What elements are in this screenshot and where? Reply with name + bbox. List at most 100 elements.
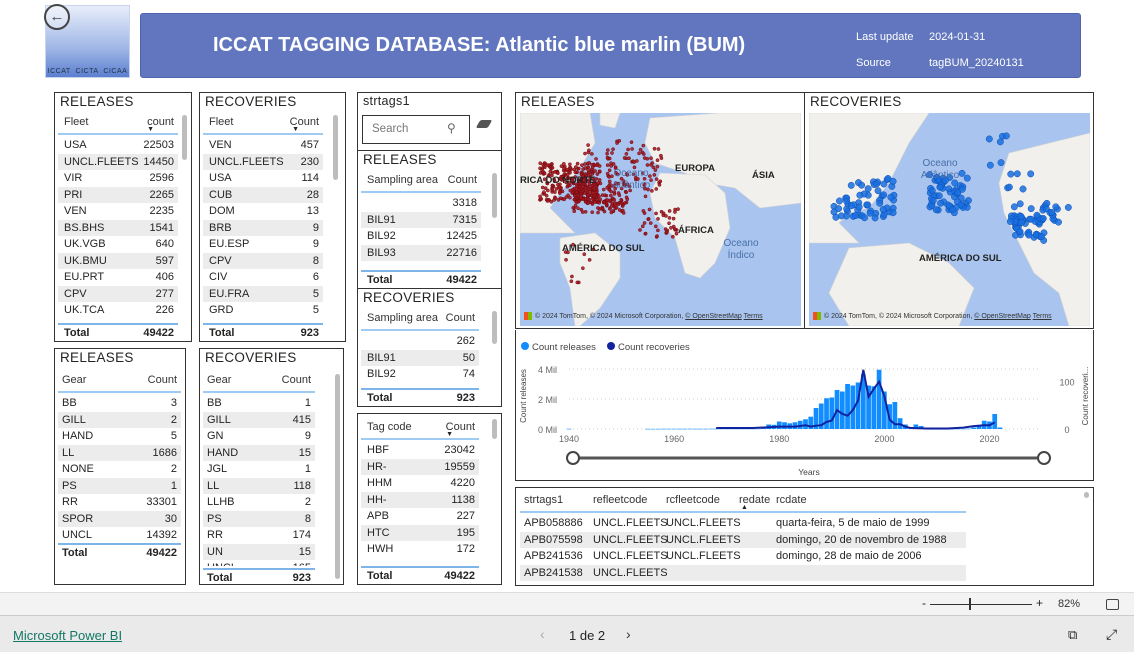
table-row[interactable]: LLHB 2: [203, 494, 315, 511]
column-header[interactable]: Count: [148, 374, 177, 386]
table-row[interactable]: VEN 457: [203, 137, 323, 154]
tag-location-point[interactable]: [567, 166, 572, 170]
releases-bar[interactable]: [692, 428, 698, 430]
tag-location-point[interactable]: [601, 187, 606, 192]
tag-location-point[interactable]: [579, 196, 583, 201]
tag-location-point[interactable]: [654, 211, 658, 216]
tag-location-point[interactable]: [568, 195, 572, 200]
scrollbar[interactable]: [333, 115, 338, 180]
column-header[interactable]: Count: [446, 312, 475, 324]
table-row[interactable]: APB058886 UNCL.FLEETS UNCL.FLEETS quarta-fe…: [520, 515, 966, 532]
releases-bar[interactable]: [966, 428, 971, 430]
tag-location-point[interactable]: [575, 161, 580, 166]
tag-location-point[interactable]: [630, 147, 634, 151]
tag-location-point[interactable]: [611, 209, 616, 213]
tag-location-point[interactable]: [545, 199, 550, 203]
tag-location-point[interactable]: [1039, 214, 1047, 222]
tag-location-point[interactable]: [553, 196, 558, 201]
table-row[interactable]: HWH 172: [361, 541, 479, 558]
tag-location-point[interactable]: [590, 190, 595, 195]
tag-location-point[interactable]: [592, 187, 596, 191]
table-row[interactable]: HH- 1138: [361, 491, 479, 508]
search-input[interactable]: Search ⚲: [362, 115, 470, 144]
tag-location-point[interactable]: [654, 177, 659, 182]
tag-location-point[interactable]: [655, 158, 660, 163]
tag-location-point[interactable]: [949, 206, 957, 214]
tag-location-point[interactable]: [861, 214, 869, 222]
tag-location-point[interactable]: [663, 227, 668, 231]
tag-location-point[interactable]: [649, 156, 653, 161]
tag-location-point[interactable]: [562, 166, 566, 170]
tag-location-point[interactable]: [569, 279, 574, 284]
table-row[interactable]: BB 1: [203, 395, 315, 412]
tag-location-point[interactable]: [587, 161, 592, 165]
tag-location-point[interactable]: [652, 173, 657, 177]
tag-location-point[interactable]: [632, 160, 636, 164]
tag-location-point[interactable]: [624, 152, 629, 156]
tag-location-point[interactable]: [583, 151, 587, 156]
share-icon[interactable]: ⧉: [1068, 627, 1077, 643]
tag-location-point[interactable]: [997, 159, 1005, 167]
tag-location-point[interactable]: [945, 185, 953, 193]
table-row[interactable]: UK.BMU 597: [58, 252, 178, 269]
tag-location-point[interactable]: [889, 177, 897, 185]
tag-location-point[interactable]: [587, 258, 592, 262]
tag-location-point[interactable]: [656, 228, 660, 233]
tag-location-point[interactable]: [585, 196, 590, 201]
tag-location-point[interactable]: [611, 162, 616, 166]
table-row[interactable]: BIL91 7315: [361, 211, 481, 228]
tag-location-point[interactable]: [542, 190, 546, 194]
tag-location-point[interactable]: [843, 197, 851, 205]
tag-location-point[interactable]: [847, 181, 855, 189]
tag-location-point[interactable]: [667, 216, 672, 220]
tag-location-point[interactable]: [1013, 170, 1021, 178]
power-bi-link[interactable]: Microsoft Power BI: [13, 628, 122, 643]
chevron-left-icon[interactable]: ‹: [540, 626, 545, 642]
column-header[interactable]: Sampling area: [367, 312, 438, 324]
tag-location-point[interactable]: [837, 212, 845, 220]
table-row[interactable]: USA 114: [203, 170, 323, 187]
releases-bar[interactable]: [677, 428, 682, 430]
tag-location-point[interactable]: [880, 191, 888, 199]
tag-location-point[interactable]: [572, 197, 577, 202]
tag-location-point[interactable]: [836, 197, 843, 205]
tag-location-point[interactable]: [594, 190, 599, 195]
tag-location-point[interactable]: [1033, 211, 1041, 219]
table-row[interactable]: RR 174: [203, 527, 315, 544]
tag-location-point[interactable]: [645, 163, 650, 167]
tag-location-point[interactable]: [1007, 170, 1015, 178]
openstreetmap-link[interactable]: © OpenStreetMap: [685, 313, 742, 320]
table-row[interactable]: BIL92 12425: [361, 228, 481, 245]
tag-location-point[interactable]: [605, 171, 610, 176]
releases-bar[interactable]: [708, 428, 714, 430]
table-row[interactable]: HAND 15: [203, 444, 315, 461]
scrollbar[interactable]: [335, 374, 340, 579]
table-row[interactable]: APB241538 UNCL.FLEETS: [520, 564, 966, 581]
table-row[interactable]: HR- 19559: [361, 458, 479, 475]
tag-location-point[interactable]: [590, 202, 595, 206]
tag-location-point[interactable]: [593, 169, 597, 173]
table-row[interactable]: UNCL.FLEETS 14450: [58, 153, 178, 170]
tag-location-point[interactable]: [626, 147, 630, 152]
tag-location-point[interactable]: [652, 146, 657, 151]
table-row[interactable]: JGL 1: [203, 461, 315, 478]
table-row[interactable]: APB075598 UNCL.FLEETS UNCL.FLEETS domingo, …: [520, 531, 966, 548]
zoom-out-button[interactable]: -: [922, 596, 926, 610]
tag-location-point[interactable]: [655, 234, 659, 238]
table-row[interactable]: HBF 23042: [361, 442, 479, 459]
tag-location-point[interactable]: [676, 207, 680, 212]
tag-location-point[interactable]: [598, 197, 603, 202]
tag-location-point[interactable]: [672, 227, 677, 231]
zoom-slider-thumb[interactable]: [969, 598, 971, 610]
tag-location-point[interactable]: [864, 185, 872, 193]
tag-location-point[interactable]: [561, 162, 566, 166]
tag-location-point[interactable]: [879, 206, 887, 213]
releases-bar[interactable]: [655, 428, 661, 431]
tag-location-point[interactable]: [558, 186, 562, 191]
legend-label[interactable]: Count recoveries: [618, 342, 690, 353]
tag-location-point[interactable]: [856, 191, 864, 199]
tag-location-point[interactable]: [642, 221, 647, 225]
tag-location-point[interactable]: [1055, 218, 1062, 226]
tag-location-point[interactable]: [605, 151, 609, 156]
tag-location-point[interactable]: [646, 217, 651, 221]
